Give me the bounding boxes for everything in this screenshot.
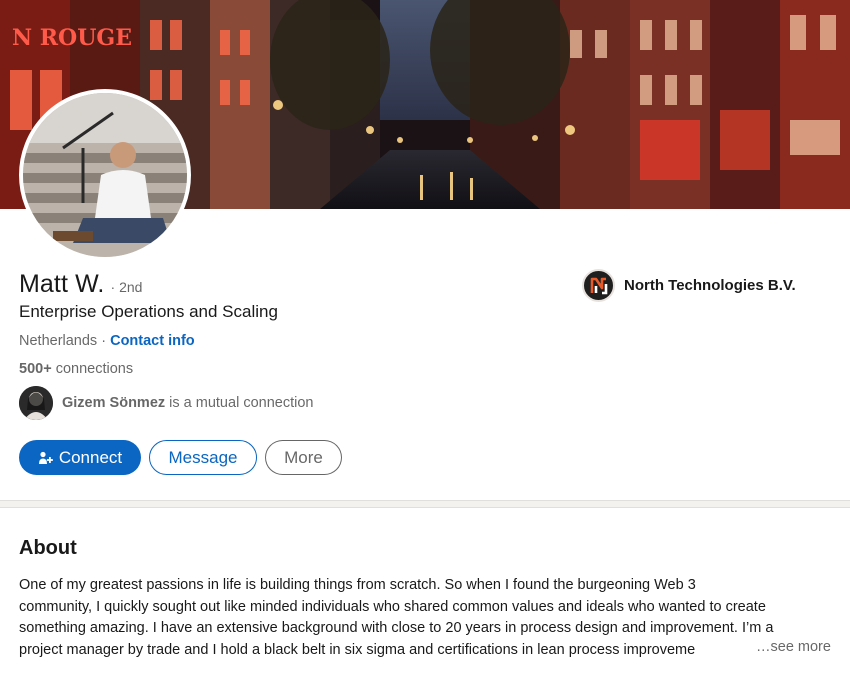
- contact-info-link[interactable]: Contact info: [110, 333, 195, 349]
- degree-label: 2nd: [119, 279, 143, 295]
- mutual-avatar: [19, 386, 53, 420]
- connections-count: 500+: [19, 361, 52, 377]
- mutual-text: Gizem Sönmez is a mutual connection: [62, 395, 313, 411]
- company-name: North Technologies B.V.: [624, 277, 796, 294]
- more-button[interactable]: More: [265, 440, 342, 475]
- profile-name: Matt W.: [19, 270, 105, 298]
- location-text: Netherlands: [19, 333, 98, 349]
- connect-button[interactable]: Connect: [19, 440, 141, 475]
- section-divider: [0, 500, 850, 508]
- mutual-suffix: is a mutual connection: [169, 395, 314, 411]
- name-row: Matt W. · 2nd: [19, 270, 142, 299]
- profile-avatar[interactable]: [19, 89, 191, 261]
- mutual-connection[interactable]: Gizem Sönmez is a mutual connection: [19, 386, 313, 420]
- add-person-icon: [38, 450, 54, 466]
- connection-degree: · 2nd: [104, 279, 142, 295]
- about-line: something amazing. I have an extensive b…: [19, 620, 774, 636]
- profile-headline: Enterprise Operations and Scaling: [19, 302, 278, 321]
- about-line: project manager by trade and I hold a bl…: [19, 641, 696, 658]
- see-more-link[interactable]: …see more: [754, 639, 831, 655]
- about-title: About: [19, 537, 77, 559]
- location-separator: ·: [101, 333, 107, 349]
- location-row: Netherlands · Contact info: [19, 333, 195, 349]
- north-technologies-logo: [582, 269, 615, 302]
- current-company[interactable]: North Technologies B.V.: [582, 269, 796, 302]
- connect-label: Connect: [58, 447, 123, 467]
- about-line: community, I quickly sought out like min…: [19, 598, 766, 615]
- svg-text:N ROUGE: N ROUGE: [12, 25, 132, 51]
- profile-actions: Connect Message More: [19, 440, 342, 475]
- about-line: One of my greatest passions in life is b…: [19, 577, 696, 593]
- message-button[interactable]: Message: [149, 440, 257, 475]
- connections-link[interactable]: 500+ connections: [19, 361, 133, 377]
- about-text: One of my greatest passions in life is b…: [19, 575, 834, 661]
- connections-label: connections: [55, 361, 134, 377]
- degree-dot: ·: [110, 279, 116, 295]
- mutual-name: Gizem Sönmez: [62, 395, 166, 411]
